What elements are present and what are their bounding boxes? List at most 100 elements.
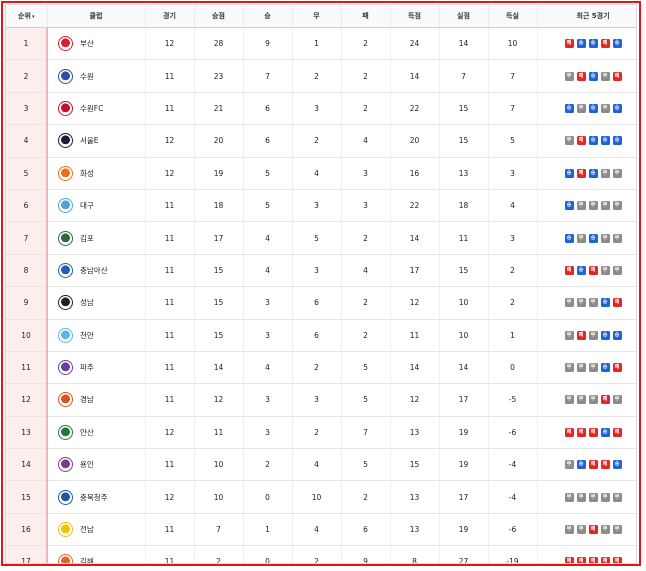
lost-cell: 9	[341, 545, 391, 563]
club-link[interactable]: 전남	[48, 522, 145, 538]
goals-against-cell: 15	[439, 124, 489, 158]
recent-form-cell: 승무무무무	[537, 189, 636, 223]
header-rank[interactable]: 순위▾	[6, 5, 48, 28]
table-row[interactable]: 1 부산 12 28 9 1 2 24 14 10 패 승 승 패 승	[6, 27, 636, 61]
club-link[interactable]: 충북청주	[48, 489, 145, 505]
recent-form-cell: 무패승승승	[537, 124, 636, 158]
lost-cell: 2	[341, 92, 391, 126]
club-cell[interactable]: 김포	[47, 221, 146, 255]
points-cell: 21	[194, 92, 244, 126]
club-link[interactable]: 경남	[48, 392, 145, 408]
club-cell[interactable]: 경남	[47, 383, 146, 417]
lost-cell: 2	[341, 59, 391, 93]
table-row[interactable]: 16 전남 11 7 1 4 6 13 19 -6 무 무 패 무 무	[6, 513, 636, 547]
club-link[interactable]: 수원FC	[48, 100, 145, 116]
club-emblem-icon	[58, 554, 73, 563]
win-badge: 승	[612, 330, 622, 340]
club-cell[interactable]: 전남	[47, 513, 146, 547]
table-row[interactable]: 13 안산 12 11 3 2 7 13 19 -6 패 패 패 승 패	[6, 416, 636, 450]
table-row[interactable]: 17 김해 11 2 0 2 9 8 27 -19 패 패 패 패 패	[6, 545, 636, 563]
club-link[interactable]: 김포	[48, 230, 145, 246]
table-row[interactable]: 4 서울E 12 20 6 2 4 20 15 5 무 패 승 승 승	[6, 124, 636, 158]
table-row[interactable]: 7 김포 11 17 4 5 2 14 11 3 승 무 승 무 무	[6, 221, 636, 255]
club-cell[interactable]: 천안	[47, 319, 146, 352]
lost-cell: 2	[341, 221, 391, 255]
lost-cell: 2	[341, 319, 391, 352]
goal-difference-cell: -4	[488, 480, 538, 514]
lost-cell: 7	[341, 416, 391, 450]
club-cell[interactable]: 수원	[47, 59, 146, 93]
club-link[interactable]: 성남	[48, 295, 145, 311]
recent-form: 승무승무승	[538, 103, 637, 113]
club-cell[interactable]: 서울E	[47, 124, 146, 158]
club-link[interactable]: 부산	[48, 36, 145, 52]
club-cell[interactable]: 충남아산	[47, 254, 146, 288]
goal-difference-cell: 2	[488, 286, 538, 320]
club-link[interactable]: 충남아산	[48, 262, 145, 278]
club-name: 천안	[80, 330, 94, 340]
draw-badge: 무	[576, 298, 586, 308]
table-row[interactable]: 15 충북청주 12 10 0 10 2 13 17 -4 무 무 무 무 무	[6, 480, 637, 514]
club-emblem-icon	[58, 230, 73, 246]
points-cell: 18	[194, 189, 244, 223]
recent-form-cell: 무패무승승	[537, 319, 636, 352]
recent-form-cell: 무무무무무	[537, 480, 637, 514]
recent-form-cell: 무무패무무	[537, 513, 636, 547]
table-row[interactable]: 14 용인 11 10 2 4 5 15 19 -4 무 승 패 패 승	[6, 448, 636, 482]
club-cell[interactable]: 대구	[47, 189, 146, 223]
club-cell[interactable]: 안산	[47, 416, 146, 450]
draw-badge: 무	[588, 395, 598, 405]
table-row[interactable]: 3 수원FC 11 21 6 3 2 22 15 7 승 무 승 무 승	[6, 92, 637, 126]
win-badge: 승	[600, 298, 610, 308]
sort-arrow-icon: ▾	[31, 14, 35, 20]
club-cell[interactable]: 성남	[47, 286, 146, 320]
table-row[interactable]: 2 수원 11 23 7 2 2 14 7 7 무 패 승 무 패	[6, 59, 636, 93]
lost-cell: 5	[341, 448, 391, 482]
club-cell[interactable]: 용인	[47, 448, 146, 482]
points-cell: 23	[194, 59, 244, 93]
table-row[interactable]: 9 성남 11 15 3 6 2 12 10 2 무 무 무 승 패	[6, 286, 636, 320]
loss-badge: 패	[588, 460, 598, 470]
table-row[interactable]: 12 경남 11 12 3 3 5 12 17 -5 무 무 무 패 무	[6, 383, 636, 417]
table-row[interactable]: 6 대구 11 18 5 3 3 22 18 4 승 무 무 무 무	[6, 189, 636, 223]
club-name: 충북청주	[80, 492, 108, 502]
club-cell[interactable]: 화성	[47, 157, 146, 190]
goals-against-cell: 17	[439, 480, 489, 514]
draw-badge: 무	[576, 363, 586, 373]
club-link[interactable]: 화성	[48, 165, 145, 181]
played-cell: 11	[145, 189, 195, 223]
club-link[interactable]: 대구	[48, 198, 145, 214]
club-link[interactable]: 용인	[48, 457, 145, 473]
club-cell[interactable]: 충북청주	[47, 480, 146, 514]
drawn-cell: 3	[292, 383, 342, 417]
loss-badge: 패	[612, 298, 622, 308]
table-row[interactable]: 5 화성 12 19 5 4 3 16 13 3 승 패 승 무 무	[6, 157, 636, 190]
club-link[interactable]: 수원	[48, 68, 145, 84]
table-row[interactable]: 11 파주 11 14 4 2 5 14 14 0 무 무 무 승 패	[6, 351, 636, 385]
club-link[interactable]: 파주	[48, 360, 145, 376]
lost-cell: 2	[341, 480, 391, 514]
goals-against-cell: 7	[439, 59, 489, 93]
goals-for-cell: 11	[390, 319, 440, 352]
draw-badge: 무	[612, 395, 622, 405]
club-cell[interactable]: 수원FC	[47, 92, 146, 126]
drawn-cell: 5	[292, 221, 342, 255]
played-cell: 12	[145, 124, 195, 158]
recent-form: 무무무무무	[538, 492, 637, 502]
table-row[interactable]: 10 천안 11 15 3 6 2 11 10 1 무 패 무 승 승	[6, 319, 636, 352]
loss-badge: 패	[612, 557, 622, 563]
club-link[interactable]: 서울E	[48, 133, 145, 149]
played-cell: 11	[145, 59, 195, 93]
club-cell[interactable]: 파주	[47, 351, 146, 385]
won-cell: 3	[243, 286, 293, 320]
club-link[interactable]: 안산	[48, 424, 145, 440]
won-cell: 6	[243, 92, 293, 126]
club-link[interactable]: 김해	[48, 554, 145, 563]
points-cell: 11	[194, 416, 244, 450]
club-link[interactable]: 천안	[48, 327, 145, 343]
club-cell[interactable]: 김해	[47, 545, 146, 563]
win-badge: 승	[564, 103, 574, 113]
club-cell[interactable]: 부산	[47, 27, 146, 61]
loss-badge: 패	[564, 39, 574, 49]
table-row[interactable]: 8 충남아산 11 15 4 3 4 17 15 2 패 승 패 무 무	[6, 254, 636, 288]
